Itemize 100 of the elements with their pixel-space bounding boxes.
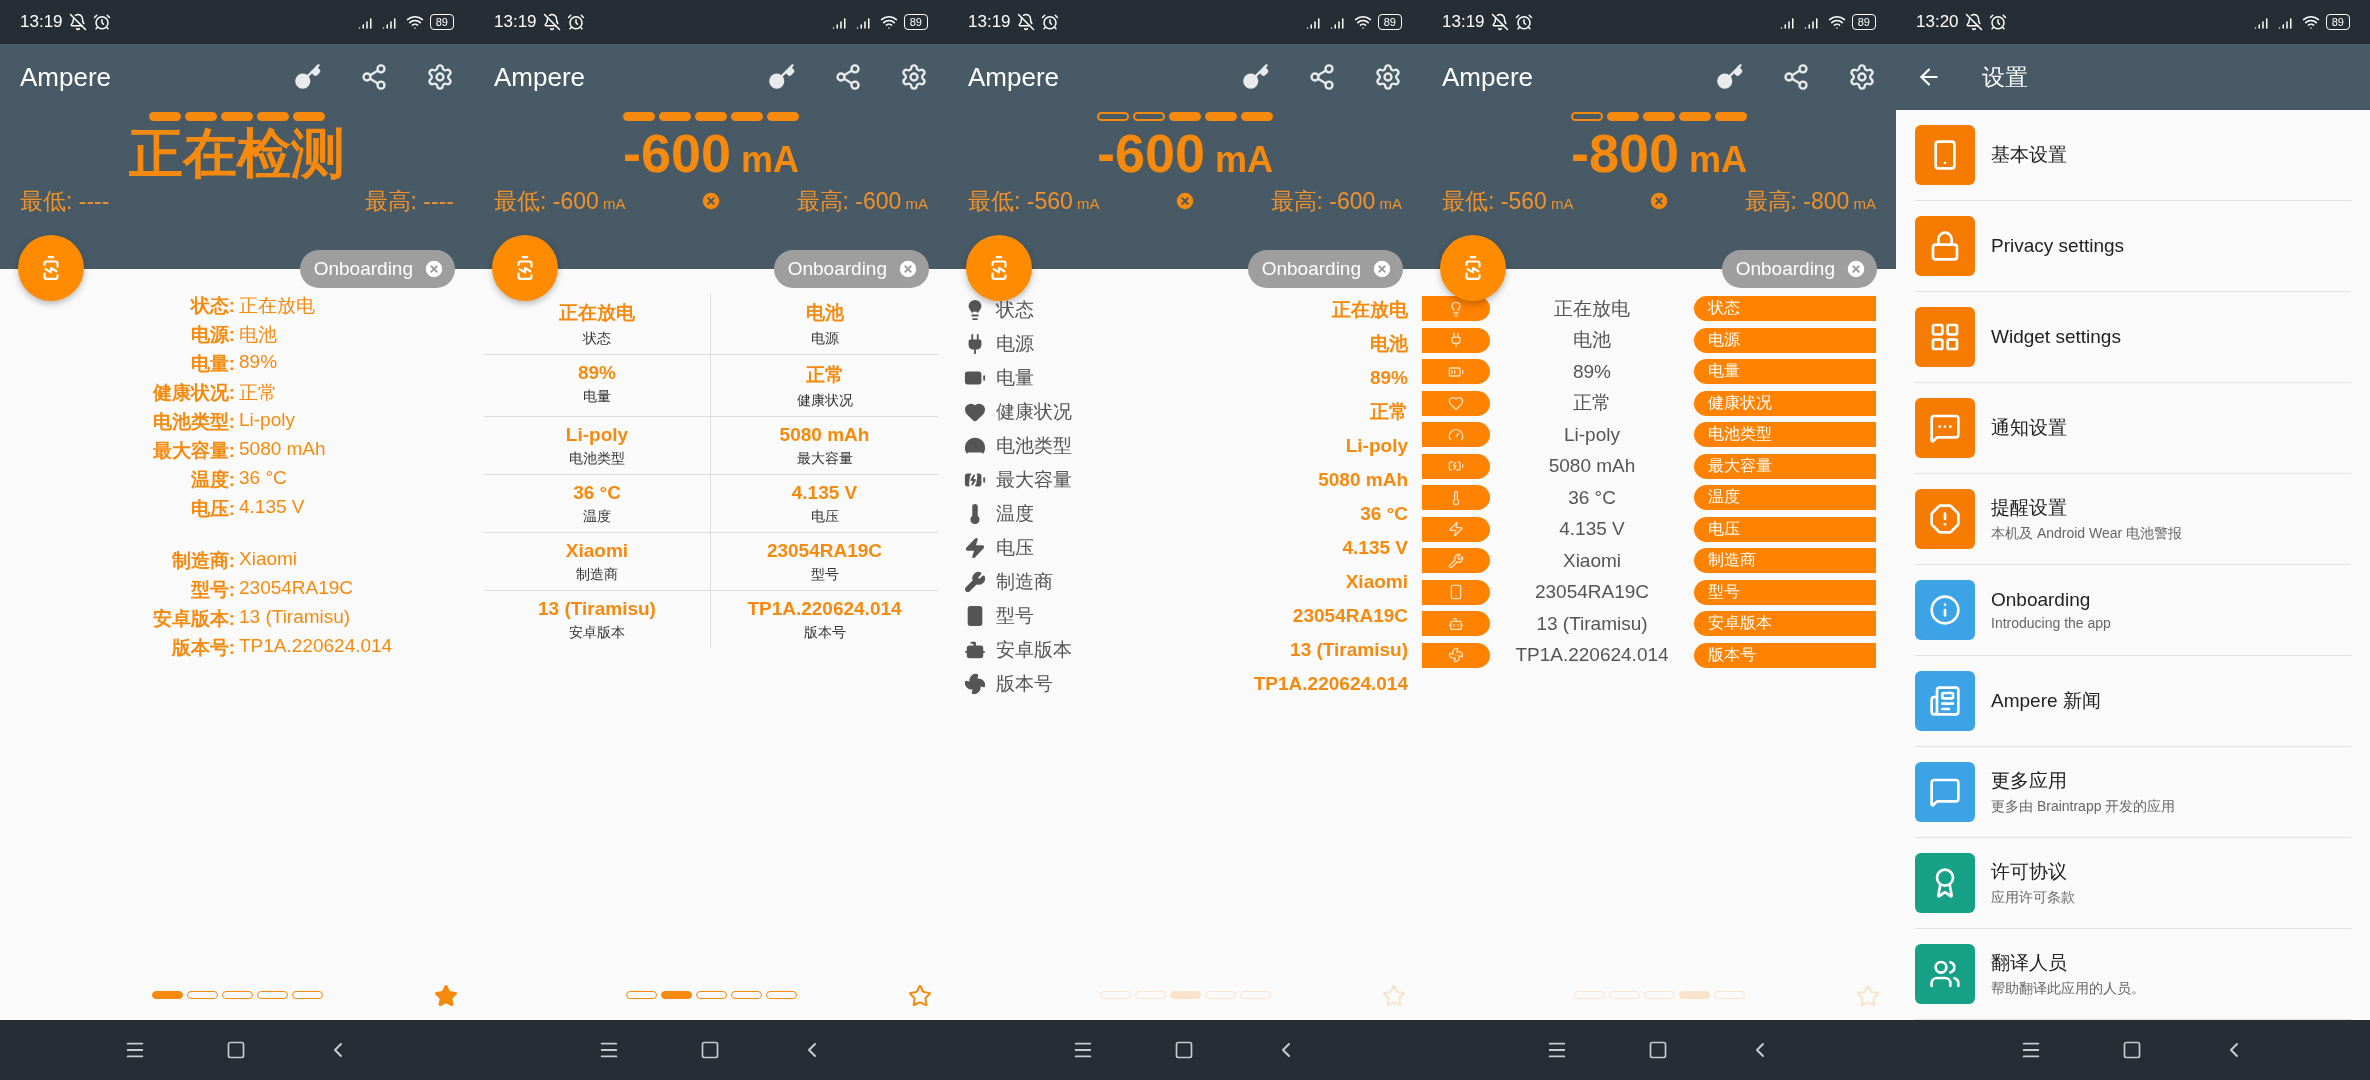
label-tag: 状态 — [1694, 296, 1876, 322]
close-icon[interactable] — [423, 258, 445, 280]
phone-icon — [1448, 584, 1464, 601]
reset-icon[interactable] — [700, 190, 722, 212]
info-label: 电压 — [996, 536, 1035, 560]
home-icon[interactable] — [1174, 1040, 1194, 1060]
app-title: Ampere — [494, 61, 586, 93]
info-value: 正在放电 — [559, 301, 635, 325]
muted-bell-icon — [1964, 13, 1983, 31]
current-reading: -600 mA — [621, 122, 801, 185]
share-icon[interactable] — [1308, 63, 1336, 91]
close-icon[interactable] — [1845, 258, 1867, 280]
settings-item[interactable]: 提醒设置 本机及 Android Wear 电池警报 — [1915, 474, 2351, 565]
settings-icon[interactable] — [1374, 63, 1402, 91]
settings-item[interactable]: 通知设置 — [1915, 383, 2351, 474]
item-title: 基本设置 — [1991, 143, 2067, 167]
info-value: 36 °C — [239, 467, 288, 490]
settings-item[interactable]: Onboarding Introducing the app — [1915, 565, 2351, 656]
info-label: 型号: — [189, 578, 235, 602]
key-icon[interactable] — [294, 63, 322, 91]
info-value: Xiaomi — [1345, 571, 1408, 593]
battery-fab[interactable] — [18, 235, 84, 301]
star-icon[interactable] — [908, 984, 932, 1008]
settings-icon[interactable] — [426, 63, 454, 91]
alarm-icon — [1514, 13, 1533, 31]
info-value: 89% — [1572, 360, 1612, 383]
info-value: 5080 mAh — [1318, 469, 1408, 491]
current-reading: 正在检测 — [128, 122, 346, 185]
info-label: 健康状况 — [796, 392, 853, 410]
info-value: Li-poly — [1345, 435, 1408, 457]
info-value: 13 (Tiramisu) — [239, 606, 352, 629]
info-label: 状态 — [583, 330, 611, 348]
label-tag: 版本号 — [1694, 642, 1876, 668]
home-icon[interactable] — [226, 1040, 246, 1060]
settings-item[interactable]: 许可协议 应用许可条款 — [1915, 838, 2351, 929]
heart-icon — [964, 401, 986, 423]
info-label: 型号 — [996, 604, 1035, 628]
settings-icon[interactable] — [1848, 63, 1876, 91]
reset-icon[interactable] — [1648, 190, 1670, 212]
label-tag: 电量 — [1694, 359, 1876, 385]
reset-icon[interactable] — [1174, 190, 1196, 212]
status-time: 13:19 — [494, 12, 537, 32]
info-value: 13 (Tiramisu) — [538, 598, 656, 620]
info-value: 89% — [1369, 367, 1408, 389]
info-label: 电源 — [810, 330, 839, 348]
settings-item[interactable]: Widget settings — [1915, 292, 2351, 383]
home-icon[interactable] — [1648, 1040, 1668, 1060]
info-icon — [1929, 594, 1961, 626]
close-icon[interactable] — [897, 258, 919, 280]
home-icon[interactable] — [700, 1040, 720, 1060]
status-time: 13:19 — [1442, 12, 1485, 32]
label-tag: 电源 — [1694, 327, 1876, 353]
info-value: 正常 — [805, 363, 844, 387]
info-label: 电量 — [583, 388, 611, 406]
screen-title: 设置 — [1982, 62, 2028, 92]
info-value: 电池 — [1370, 332, 1408, 356]
info-value: 正常 — [239, 381, 278, 405]
label-tag: 电压 — [1694, 516, 1876, 542]
info-value: 4.135 V — [1342, 537, 1408, 559]
info-label: 电压 — [810, 508, 839, 526]
item-subtitle: 帮助翻译此应用的人员。 — [1991, 980, 2145, 998]
battery-fab[interactable] — [492, 235, 558, 301]
info-label: 制造商: — [170, 549, 235, 573]
current-reading: -800 mA — [1569, 122, 1749, 185]
settings-icon[interactable] — [900, 63, 928, 91]
battery-indicator: 89 — [903, 14, 928, 30]
min-reading: 最低: -600 mA — [494, 186, 626, 216]
settings-item[interactable]: Ampere 新闻 — [1915, 656, 2351, 747]
settings-item[interactable]: 翻译人员 帮助翻译此应用的人员。 — [1915, 929, 2351, 1020]
home-icon[interactable] — [2122, 1040, 2142, 1060]
info-label: 安卓版本 — [569, 624, 625, 642]
share-icon[interactable] — [1782, 63, 1810, 91]
info-value: Li-poly — [1563, 423, 1621, 446]
star-icon[interactable] — [434, 984, 458, 1008]
min-reading: 最低: -560 mA — [968, 186, 1100, 216]
key-icon[interactable] — [1242, 63, 1270, 91]
settings-item[interactable]: 基本设置 — [1915, 110, 2351, 201]
settings-item[interactable]: Privacy settings — [1915, 201, 2351, 292]
key-icon[interactable] — [768, 63, 796, 91]
lock-icon — [1929, 230, 1961, 262]
settings-item[interactable]: 更多应用 更多由 Braintrapp 开发的应用 — [1915, 747, 2351, 838]
info-value: 23054RA19C — [239, 577, 355, 600]
info-value: 5080 mAh — [239, 438, 327, 461]
info-value: 正常 — [1572, 391, 1612, 416]
label-tag: 最大容量 — [1694, 453, 1876, 479]
close-icon[interactable] — [1371, 258, 1393, 280]
info-label: 温度: — [189, 468, 235, 492]
message-icon — [1929, 776, 1961, 808]
battery-fab[interactable] — [966, 235, 1032, 301]
info-value: 36 °C — [1567, 486, 1617, 509]
max-reading: 最高: -800 mA — [1744, 186, 1876, 216]
label-tag: 电池类型 — [1694, 422, 1876, 448]
lightning-icon — [964, 537, 986, 559]
item-title: Ampere 新闻 — [1991, 689, 2101, 713]
info-value: TP1A.220624.014 — [239, 635, 394, 658]
info-label: 最大容量 — [996, 468, 1073, 492]
key-icon[interactable] — [1716, 63, 1744, 91]
wifi-icon — [879, 13, 898, 31]
share-icon[interactable] — [360, 63, 388, 91]
share-icon[interactable] — [834, 63, 862, 91]
